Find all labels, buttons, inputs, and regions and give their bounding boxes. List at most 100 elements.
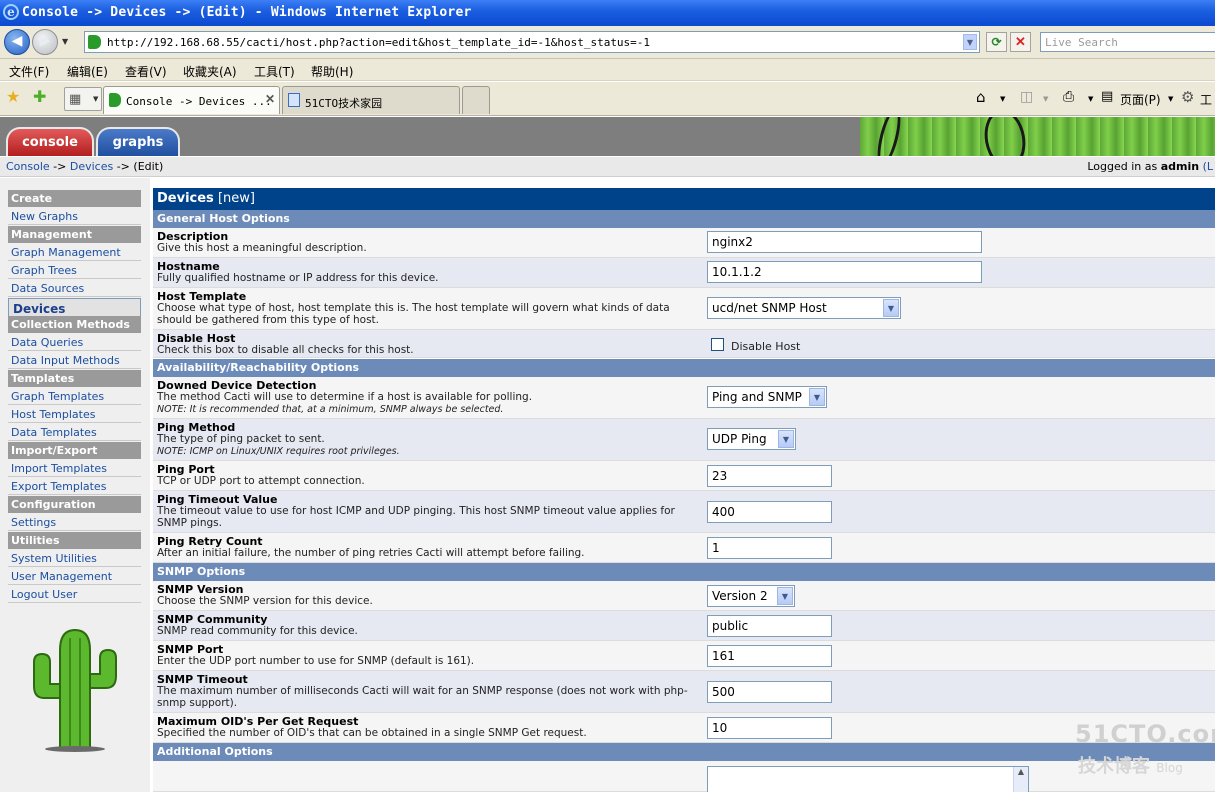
graphs-tab[interactable]: graphs: [96, 127, 180, 156]
tools-menu-label[interactable]: 工: [1200, 91, 1212, 108]
url-dropdown-button[interactable]: ▼: [963, 34, 977, 50]
menu-favorites[interactable]: 收藏夹(A): [183, 63, 237, 80]
breadcrumb-bar: Console -> Devices -> (Edit) Logged in a…: [0, 157, 1215, 177]
notes-row: [153, 761, 1215, 792]
page-menu-label[interactable]: 页面(P): [1120, 91, 1161, 108]
menu-view[interactable]: 查看(V): [125, 63, 167, 80]
login-username: admin: [1160, 160, 1200, 173]
snmp-version-select[interactable]: Version 2 ▼: [707, 585, 795, 607]
sidebar-item-graph-trees[interactable]: Graph Trees: [8, 262, 141, 279]
sidebar-item-host-templates[interactable]: Host Templates: [8, 406, 141, 423]
console-tab[interactable]: console: [6, 127, 94, 156]
new-tab-button[interactable]: [462, 86, 490, 114]
tab-51cto[interactable]: 51CTO技术家园: [282, 86, 460, 114]
sidebar-item-new-graphs[interactable]: New Graphs: [8, 208, 141, 225]
quick-tabs-button[interactable]: ▦ ▼: [64, 87, 102, 111]
live-search-input[interactable]: Live Search: [1040, 32, 1215, 52]
gear-icon[interactable]: ⚙: [1181, 88, 1194, 106]
breadcrumb-console-link[interactable]: Console: [6, 160, 50, 173]
chevron-down-icon[interactable]: ▼: [1088, 95, 1093, 103]
rss-feed-icon[interactable]: ◫: [1020, 89, 1033, 105]
refresh-button[interactable]: ⟳: [986, 32, 1007, 52]
close-tab-icon[interactable]: ✕: [265, 92, 275, 106]
ping-port-input[interactable]: 23: [707, 465, 832, 487]
max-oids-input[interactable]: 10: [707, 717, 832, 739]
chevron-down-icon: ▼: [777, 587, 793, 605]
snmp-version-value: Version 2: [712, 589, 768, 603]
sidebar-heading-import-export: Import/Export: [8, 442, 141, 459]
ping-retry-input[interactable]: 1: [707, 537, 832, 559]
logout-link[interactable]: (L: [1199, 160, 1213, 173]
menu-edit[interactable]: 编辑(E): [67, 63, 108, 80]
page-title: Devices [new]: [153, 188, 1215, 210]
ping-method-select[interactable]: UDP Ping ▼: [707, 428, 796, 450]
menu-help[interactable]: 帮助(H): [311, 63, 353, 80]
cactus-logo-icon: [33, 628, 117, 752]
sidebar-item-graph-templates[interactable]: Graph Templates: [8, 388, 141, 405]
favorites-star-icon[interactable]: ★: [6, 89, 20, 105]
disable-host-checkbox-label: Disable Host: [731, 340, 801, 353]
page-title-text: Devices: [157, 191, 214, 206]
max-oids-row: Maximum OID's Per Get Request Specified …: [153, 713, 1215, 743]
ping-port-row: Ping Port TCP or UDP port to attempt con…: [153, 461, 1215, 491]
tab-console-devices[interactable]: Console -> Devices ... ✕: [103, 86, 280, 114]
recent-pages-dropdown[interactable]: ▼: [62, 37, 68, 46]
sidebar-item-settings[interactable]: Settings: [8, 514, 141, 531]
sidebar-heading-templates: Templates: [8, 370, 141, 387]
sidebar-item-import-templates[interactable]: Import Templates: [8, 460, 141, 477]
chevron-down-icon[interactable]: ▼: [1168, 95, 1173, 103]
snmp-community-input[interactable]: public: [707, 615, 832, 637]
page-icon[interactable]: ▤: [1101, 89, 1113, 104]
breadcrumb-devices-link[interactable]: Devices: [70, 160, 113, 173]
sidebar-item-user-management[interactable]: User Management: [8, 568, 141, 585]
page-favicon-icon: [288, 93, 300, 107]
forward-button[interactable]: ▶: [32, 29, 58, 55]
section-general-host-options: General Host Options: [153, 210, 1215, 228]
address-bar: ◀ ▶ ▼ http://192.168.68.55/cacti/host.ph…: [0, 26, 1215, 59]
menu-file[interactable]: 文件(F): [9, 63, 49, 80]
add-favorite-icon[interactable]: ✚: [33, 89, 46, 105]
url-text: http://192.168.68.55/cacti/host.php?acti…: [107, 36, 651, 49]
stop-button[interactable]: ✕: [1010, 32, 1031, 52]
chevron-down-icon[interactable]: ▼: [1043, 95, 1048, 103]
snmp-timeout-row: SNMP Timeout The maximum number of milli…: [153, 671, 1215, 713]
sidebar-item-data-sources[interactable]: Data Sources: [8, 280, 141, 297]
hostname-row: Hostname Fully qualified hostname or IP …: [153, 258, 1215, 288]
sidebar-item-data-queries[interactable]: Data Queries: [8, 334, 141, 351]
host-template-row: Host Template Choose what type of host, …: [153, 288, 1215, 330]
description-input[interactable]: nginx2: [707, 231, 982, 253]
snmp-port-input[interactable]: 161: [707, 645, 832, 667]
window-title: Console -> Devices -> (Edit) - Windows I…: [22, 5, 472, 20]
downed-detection-note: NOTE: It is recommended that, at a minim…: [157, 404, 504, 415]
chevron-down-icon[interactable]: ▼: [1000, 95, 1005, 103]
ping-method-note: NOTE: ICMP on Linux/UNIX requires root p…: [157, 446, 400, 457]
menu-tools[interactable]: 工具(T): [254, 63, 295, 80]
ping-timeout-input[interactable]: 400: [707, 501, 832, 523]
sidebar-item-logout-user[interactable]: Logout User: [8, 586, 141, 603]
back-button[interactable]: ◀: [4, 29, 30, 55]
url-field[interactable]: http://192.168.68.55/cacti/host.php?acti…: [84, 31, 980, 53]
home-icon[interactable]: ⌂: [976, 88, 986, 106]
cacti-favicon-icon: [109, 93, 121, 107]
host-template-select[interactable]: ucd/net SNMP Host ▼: [707, 297, 901, 319]
sidebar-item-data-input-methods[interactable]: Data Input Methods: [8, 352, 141, 369]
tab-label: Console -> Devices ...: [126, 95, 272, 108]
downed-detection-select[interactable]: Ping and SNMP ▼: [707, 386, 827, 408]
page-title-suffix: [new]: [213, 191, 255, 206]
snmp-timeout-input[interactable]: 500: [707, 681, 832, 703]
sidebar-item-system-utilities[interactable]: System Utilities: [8, 550, 141, 567]
sidebar-item-export-templates[interactable]: Export Templates: [8, 478, 141, 495]
sidebar-item-data-templates[interactable]: Data Templates: [8, 424, 141, 441]
textarea-scrollbar[interactable]: ▲: [1013, 767, 1028, 792]
downed-detection-help-text: The method Cacti will use to determine i…: [157, 391, 533, 403]
notes-textarea[interactable]: ▲: [707, 766, 1029, 792]
disable-host-checkbox[interactable]: [711, 338, 724, 351]
ping-method-help-text: The type of ping packet to sent.: [157, 433, 325, 445]
watermark-51cto: 51CTO.com: [1075, 720, 1215, 748]
print-icon[interactable]: ⎙: [1063, 89, 1074, 105]
sidebar-item-graph-management[interactable]: Graph Management: [8, 244, 141, 261]
chevron-down-icon: ▼: [809, 388, 825, 406]
hostname-input[interactable]: 10.1.1.2: [707, 261, 982, 283]
ping-retry-help: After an initial failure, the number of …: [157, 547, 585, 559]
section-snmp-options: SNMP Options: [153, 563, 1215, 581]
